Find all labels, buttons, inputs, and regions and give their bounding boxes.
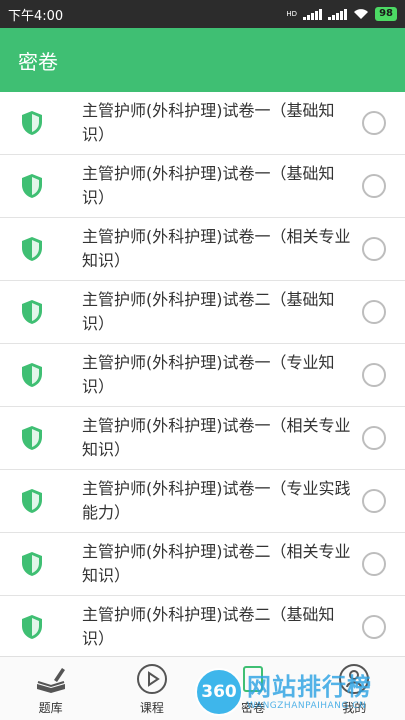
hd-signal-icon: HD xyxy=(286,10,297,18)
paper-title: 主管护师(外科护理)试卷一（相关专业知识） xyxy=(82,416,351,459)
shield-icon xyxy=(22,111,42,135)
book-pen-icon xyxy=(36,667,65,693)
tab-label: 课程 xyxy=(139,700,164,715)
shield-icon xyxy=(22,489,42,513)
shield-icon xyxy=(22,174,42,198)
paper-title: 主管护师(外科护理)试卷二（相关专业知识） xyxy=(82,542,351,585)
select-radio[interactable] xyxy=(362,489,386,513)
wifi-icon xyxy=(354,9,369,19)
paper-title: 主管护师(外科护理)试卷一（专业知识） xyxy=(82,353,335,396)
select-radio[interactable] xyxy=(362,237,386,261)
paper-title: 主管护师(外科护理)试卷二（基础知识） xyxy=(82,290,335,333)
tab-label: 题库 xyxy=(38,700,63,715)
paper-title: 主管护师(外科护理)试卷一（基础知识） xyxy=(82,164,335,207)
watermark-sub: WANGZHANPAIHANG.CN xyxy=(247,701,367,711)
list-item[interactable]: 主管护师(外科护理)试卷一（相关专业知识） xyxy=(0,218,405,281)
cell-signal-2-icon xyxy=(328,8,348,20)
shield-icon xyxy=(22,300,42,324)
page-title: 密卷 xyxy=(18,49,58,74)
tab-courses[interactable]: 课程 xyxy=(101,657,202,720)
select-radio[interactable] xyxy=(362,174,386,198)
watermark-main: 网站排行榜 xyxy=(247,673,372,701)
status-time: 下午4:00 xyxy=(8,8,64,24)
app-bar: 密卷 xyxy=(0,28,405,92)
play-circle-icon xyxy=(136,663,167,694)
select-radio[interactable] xyxy=(362,552,386,576)
hd-label: HD xyxy=(286,10,298,18)
shield-icon xyxy=(22,615,42,639)
paper-title: 主管护师(外科护理)试卷一（基础知识） xyxy=(82,101,335,144)
list-item[interactable]: 主管护师(外科护理)试卷一（基础知识） xyxy=(0,92,405,155)
shield-icon xyxy=(22,237,42,261)
paper-title: 主管护师(外科护理)试卷一（专业实践能力） xyxy=(82,479,351,522)
shield-icon xyxy=(22,426,42,450)
shield-icon xyxy=(22,552,42,576)
paper-title: 主管护师(外科护理)试卷一（相关专业知识） xyxy=(82,227,351,270)
list-item[interactable]: 主管护师(外科护理)试卷二（基础知识） xyxy=(0,596,405,656)
list-item[interactable]: 主管护师(外科护理)试卷一（专业实践能力） xyxy=(0,470,405,533)
list-item[interactable]: 主管护师(外科护理)试卷二（基础知识） xyxy=(0,281,405,344)
select-radio[interactable] xyxy=(362,363,386,387)
watermark-text: 网站排行榜 WANGZHANPAIHANG.CN xyxy=(247,673,372,711)
cell-signal-icon xyxy=(303,8,323,20)
paper-title: 主管护师(外科护理)试卷二（基础知识） xyxy=(82,605,335,648)
battery-icon: 98 xyxy=(375,7,397,21)
select-radio[interactable] xyxy=(362,615,386,639)
list-item[interactable]: 主管护师(外科护理)试卷一（专业知识） xyxy=(0,344,405,407)
paper-list: 主管护师(外科护理)试卷一（基础知识） 主管护师(外科护理)试卷一（基础知识） … xyxy=(0,92,405,656)
status-bar: 下午4:00 HD 98 xyxy=(0,0,405,28)
list-item[interactable]: 主管护师(外科护理)试卷一（基础知识） xyxy=(0,155,405,218)
select-radio[interactable] xyxy=(362,300,386,324)
list-item[interactable]: 主管护师(外科护理)试卷二（相关专业知识） xyxy=(0,533,405,596)
list-item[interactable]: 主管护师(外科护理)试卷一（相关专业知识） xyxy=(0,407,405,470)
tab-question-bank[interactable]: 题库 xyxy=(0,657,101,720)
watermark-logo: 360 xyxy=(195,668,243,716)
select-radio[interactable] xyxy=(362,111,386,135)
shield-icon xyxy=(22,363,42,387)
watermark: 360 网站排行榜 WANGZHANPAIHANG.CN xyxy=(195,664,405,720)
status-icons: HD 98 xyxy=(286,7,397,21)
select-radio[interactable] xyxy=(362,426,386,450)
